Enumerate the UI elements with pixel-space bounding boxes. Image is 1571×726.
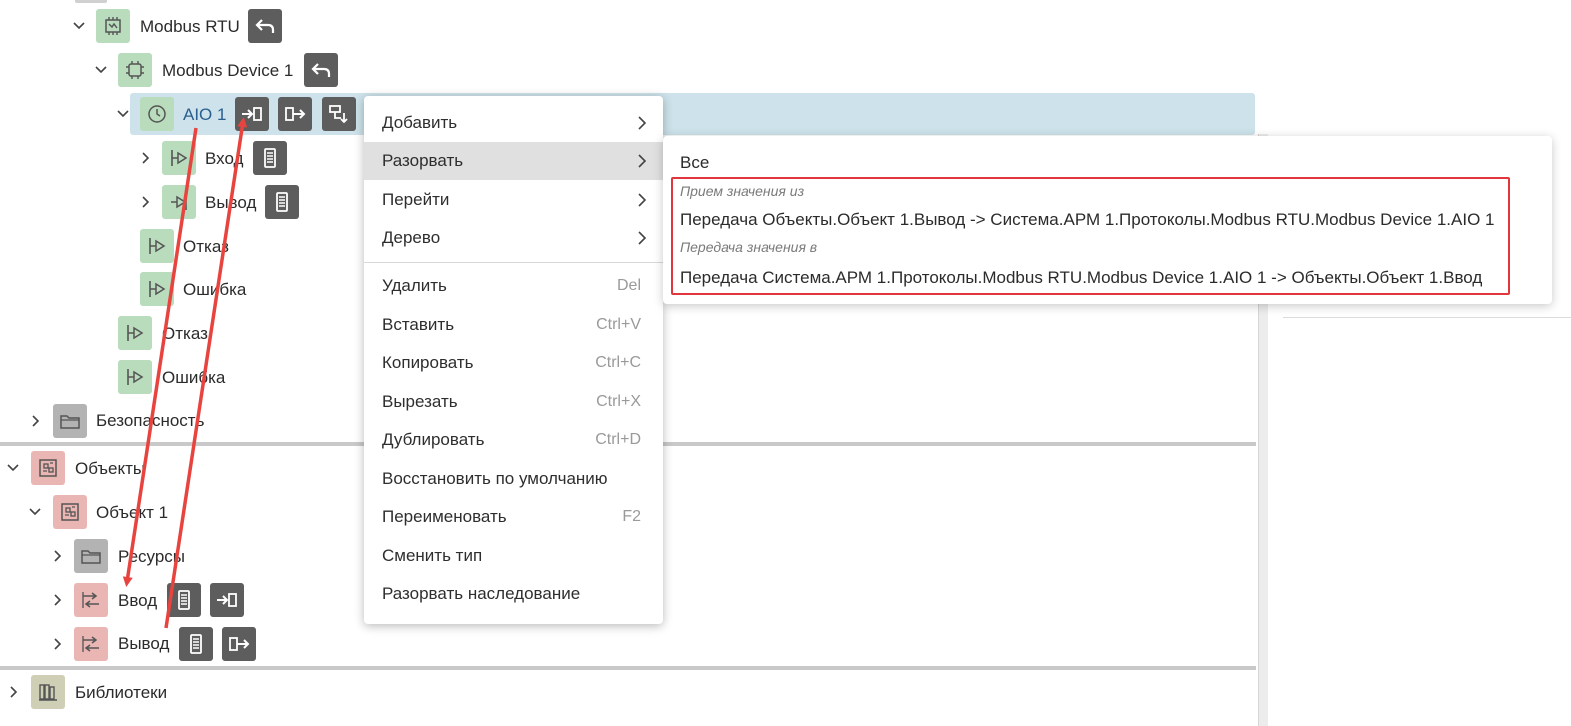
tree-item-libraries[interactable]: Библиотеки xyxy=(75,683,167,703)
document-button[interactable] xyxy=(265,185,299,219)
undo-icon xyxy=(255,19,275,33)
input-link-button[interactable] xyxy=(210,583,244,617)
submenu-item-all[interactable]: Все xyxy=(680,153,709,173)
tree-item-object1[interactable]: Объект 1 xyxy=(96,503,168,523)
tree-item-output[interactable]: Вывод xyxy=(205,193,256,213)
document-icon xyxy=(190,634,202,654)
tree-item-input[interactable]: Вход xyxy=(205,149,243,169)
folder-icon xyxy=(74,539,108,573)
protocol-icon xyxy=(96,9,130,43)
tree-item-obj-output[interactable]: Вывод xyxy=(118,634,169,654)
chevron-right-icon xyxy=(638,193,647,207)
io-icon xyxy=(74,583,108,617)
chip-icon xyxy=(118,53,152,87)
document-icon xyxy=(264,148,276,168)
menu-item-break[interactable]: Разорвать xyxy=(364,142,663,180)
chevron-right-icon xyxy=(638,116,647,130)
signal-icon xyxy=(118,360,152,394)
undo-button[interactable] xyxy=(304,53,338,87)
chevron-down-icon[interactable] xyxy=(26,503,44,521)
cascade-icon xyxy=(329,105,348,124)
chevron-right-icon[interactable] xyxy=(48,591,66,609)
tree-item-fault-inner[interactable]: Отказ xyxy=(183,237,229,257)
folder-icon xyxy=(53,404,87,438)
signal-icon xyxy=(140,272,174,306)
shortcut-label: Ctrl+C xyxy=(595,354,641,371)
menu-item-paste[interactable]: Вставить Ctrl+V xyxy=(364,306,663,344)
shortcut-label: Del xyxy=(616,277,641,294)
section-divider xyxy=(0,666,1256,670)
tree-item-modbus-device[interactable]: Modbus Device 1 xyxy=(162,61,293,81)
signal-out-icon xyxy=(162,185,196,219)
shortcut-label: F2 xyxy=(622,508,641,525)
chevron-right-icon[interactable] xyxy=(48,547,66,565)
output-link-button[interactable] xyxy=(278,97,312,131)
tree-item-fault[interactable]: Отказ xyxy=(162,324,208,344)
menu-item-add[interactable]: Добавить xyxy=(364,104,663,142)
input-link-icon xyxy=(217,593,237,607)
document-icon xyxy=(276,192,288,212)
library-icon xyxy=(31,675,65,709)
clock-icon xyxy=(140,97,174,131)
menu-item-break-inheritance[interactable]: Разорвать наследование xyxy=(364,575,663,613)
tree-item-modbus-rtu[interactable]: Modbus RTU xyxy=(140,17,240,37)
chevron-down-icon[interactable] xyxy=(70,17,88,35)
document-icon xyxy=(178,590,190,610)
chevron-right-icon[interactable] xyxy=(136,193,154,211)
shortcut-label: Ctrl+X xyxy=(596,393,641,410)
menu-item-change-type[interactable]: Сменить тип xyxy=(364,537,663,575)
tree-item-security[interactable]: Безопасность xyxy=(96,411,204,431)
shortcut-label: Ctrl+V xyxy=(596,316,641,333)
output-link-button[interactable] xyxy=(222,627,256,661)
signal-icon xyxy=(140,229,174,263)
chevron-down-icon[interactable] xyxy=(4,459,22,477)
signal-icon xyxy=(162,141,196,175)
chevron-right-icon[interactable] xyxy=(4,683,22,701)
signal-icon xyxy=(118,316,152,350)
tree-item-error[interactable]: Ошибка xyxy=(162,368,225,388)
undo-icon xyxy=(311,63,331,77)
chevron-right-icon xyxy=(638,231,647,245)
io-icon xyxy=(74,627,108,661)
tree-item-objects[interactable]: Объекты xyxy=(75,459,145,479)
document-button[interactable] xyxy=(167,583,201,617)
chevron-down-icon[interactable] xyxy=(92,61,110,79)
tree-item-resources[interactable]: Ресурсы xyxy=(118,547,185,567)
document-button[interactable] xyxy=(253,141,287,175)
context-menu: Добавить Разорвать Перейти Дерево Удалит… xyxy=(364,96,663,624)
input-link-icon xyxy=(242,107,262,121)
menu-item-cut[interactable]: Вырезать Ctrl+X xyxy=(364,383,663,421)
top-partial-item xyxy=(75,0,107,3)
output-link-icon xyxy=(285,107,306,121)
document-button[interactable] xyxy=(179,627,213,661)
menu-item-restore-defaults[interactable]: Восстановить по умолчанию xyxy=(364,460,663,498)
chevron-right-icon[interactable] xyxy=(136,149,154,167)
tree-item-error-inner[interactable]: Ошибка xyxy=(183,280,246,300)
chevron-down-icon[interactable] xyxy=(114,105,132,123)
menu-item-tree[interactable]: Дерево xyxy=(364,219,663,257)
menu-item-duplicate[interactable]: Дублировать Ctrl+D xyxy=(364,421,663,459)
undo-button[interactable] xyxy=(248,9,282,43)
chevron-right-icon[interactable] xyxy=(26,412,44,430)
shortcut-label: Ctrl+D xyxy=(595,431,641,448)
tree-item-obj-input[interactable]: Ввод xyxy=(118,591,157,611)
menu-item-copy[interactable]: Копировать Ctrl+C xyxy=(364,344,663,382)
tree-item-aio[interactable]: AIO 1 xyxy=(183,105,226,125)
cascade-button[interactable] xyxy=(322,97,356,131)
menu-item-goto[interactable]: Перейти xyxy=(364,181,663,219)
object-icon xyxy=(31,451,65,485)
menu-item-delete[interactable]: Удалить Del xyxy=(364,267,663,305)
input-link-button[interactable] xyxy=(235,97,269,131)
chevron-right-icon xyxy=(638,154,647,168)
output-link-icon xyxy=(229,637,250,651)
annotation-highlight-box xyxy=(671,177,1510,295)
object-icon xyxy=(53,495,87,529)
menu-separator xyxy=(364,262,663,263)
chevron-right-icon[interactable] xyxy=(48,635,66,653)
menu-item-rename[interactable]: Переименовать F2 xyxy=(364,498,663,536)
